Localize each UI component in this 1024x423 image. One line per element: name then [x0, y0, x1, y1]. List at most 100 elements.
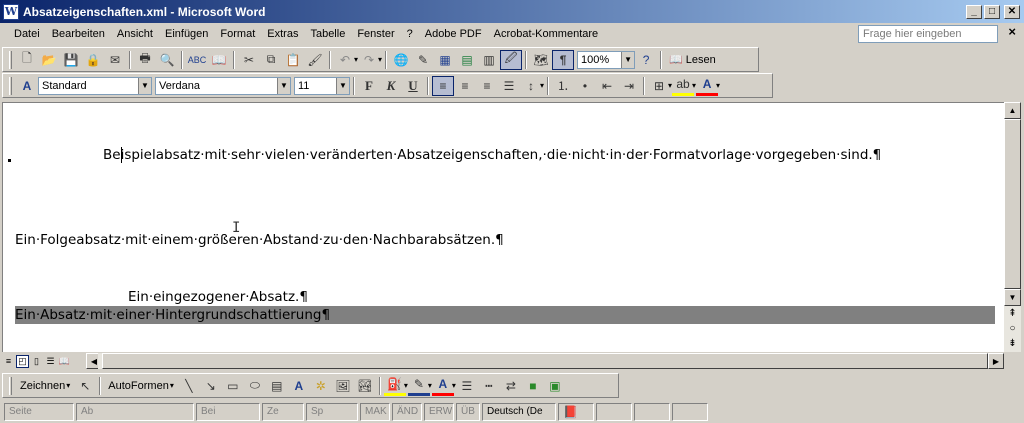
save-icon[interactable]: 💾: [60, 50, 82, 70]
justify-icon[interactable]: ☰: [498, 76, 520, 96]
read-button[interactable]: 📖 Lesen: [665, 50, 720, 70]
menu-format[interactable]: Format: [214, 26, 261, 42]
help-search-input[interactable]: Frage hier eingeben: [858, 25, 998, 43]
horizontal-scroll-thumb[interactable]: [102, 353, 988, 369]
shadow-style-icon[interactable]: ■: [522, 376, 544, 396]
align-right-icon[interactable]: ≡: [476, 76, 498, 96]
toolbar-grip[interactable]: [9, 50, 12, 69]
chevron-down-icon[interactable]: ▼: [336, 77, 349, 94]
menu-extras[interactable]: Extras: [261, 26, 304, 42]
autoshapes-menu-button[interactable]: AutoFormen ▾: [104, 376, 178, 396]
menu-ansicht[interactable]: Ansicht: [111, 26, 159, 42]
chevron-down-icon[interactable]: ▼: [621, 51, 635, 68]
insert-table-icon[interactable]: ▦: [434, 50, 456, 70]
chevron-down-icon[interactable]: ▼: [277, 77, 290, 94]
browse-object-icon[interactable]: ○: [1004, 321, 1021, 336]
line-spacing-dropdown-icon[interactable]: ▾: [540, 81, 544, 90]
help-icon[interactable]: ?: [635, 50, 657, 70]
menu-tabelle[interactable]: Tabelle: [304, 26, 351, 42]
status-ext[interactable]: ERW: [424, 402, 454, 421]
format-painter-icon[interactable]: 🖌: [304, 50, 326, 70]
reading-layout-view-icon[interactable]: 📖: [58, 355, 71, 368]
arrow-style-icon[interactable]: ⇄: [500, 376, 522, 396]
line-spacing-icon[interactable]: ↕: [520, 76, 542, 96]
3d-style-icon[interactable]: ▣: [544, 376, 566, 396]
paragraph-3[interactable]: Ein·eingezogener·Absatz.¶: [128, 289, 308, 305]
select-objects-icon[interactable]: ↖: [74, 376, 96, 396]
toolbar-grip[interactable]: [9, 76, 12, 95]
font-select[interactable]: Verdana ▼: [155, 76, 291, 95]
undo-icon[interactable]: ↶: [334, 50, 356, 70]
paste-icon[interactable]: 📋: [282, 50, 304, 70]
menu-bearbeiten[interactable]: Bearbeiten: [46, 26, 111, 42]
scroll-right-icon[interactable]: ▶: [988, 353, 1004, 369]
paragraph-4[interactable]: Ein·Absatz·mit·einer·Hintergrundschattie…: [15, 307, 330, 323]
permission-icon[interactable]: 🔒: [82, 50, 104, 70]
vertical-scrollbar[interactable]: ▲ ▼ ⇞ ○ ⇟: [1004, 102, 1021, 352]
status-language[interactable]: Deutsch (De: [482, 402, 556, 421]
web-layout-view-icon[interactable]: ◰: [16, 354, 29, 368]
scroll-down-icon[interactable]: ▼: [1004, 289, 1021, 306]
open-folder-icon[interactable]: 📂: [38, 50, 60, 70]
columns-icon[interactable]: ▥: [478, 50, 500, 70]
styles-formatting-icon[interactable]: A: [16, 76, 38, 96]
draw-menu-button[interactable]: Zeichnen ▾: [16, 376, 74, 396]
diagram-icon[interactable]: ✲: [310, 376, 332, 396]
hyperlink-icon[interactable]: 🌐: [390, 50, 412, 70]
maximize-button[interactable]: □: [984, 4, 1000, 19]
bold-icon[interactable]: F: [358, 76, 380, 96]
numbering-icon[interactable]: ⒈: [552, 76, 574, 96]
status-trk[interactable]: ÄND: [392, 402, 422, 421]
redo-icon[interactable]: ↷: [358, 50, 380, 70]
rectangle-icon[interactable]: ▭: [222, 376, 244, 396]
highlight-icon[interactable]: ab: [672, 76, 695, 96]
vertical-scroll-thumb[interactable]: [1004, 119, 1021, 289]
research-icon[interactable]: 📖: [208, 50, 230, 70]
paragraph-2[interactable]: Ein·Folgeabsatz·mit·einem·größeren·Absta…: [15, 232, 504, 248]
email-icon[interactable]: ✉: [104, 50, 126, 70]
menu-acrobat-kommentare[interactable]: Acrobat-Kommentare: [488, 26, 605, 42]
text-box-icon[interactable]: ▤: [266, 376, 288, 396]
fill-color-icon[interactable]: ⛽: [383, 376, 406, 396]
menu-fenster[interactable]: Fenster: [351, 26, 400, 42]
spelling-icon[interactable]: ABC: [186, 50, 208, 70]
italic-icon[interactable]: K: [380, 76, 402, 96]
arrow-icon[interactable]: ↘: [200, 376, 222, 396]
paragraph-1[interactable]: Beispielabsatz·mit·sehr·vielen·verändert…: [103, 147, 881, 163]
copy-icon[interactable]: ⧉: [260, 50, 282, 70]
zoom-select[interactable]: 100% ▼: [577, 50, 636, 69]
document-canvas[interactable]: Beispielabsatz·mit·sehr·vielen·verändert…: [2, 102, 1004, 352]
font-size-select[interactable]: 11 ▼: [294, 76, 350, 95]
status-ovr[interactable]: ÜB: [456, 402, 480, 421]
increase-indent-icon[interactable]: ⇥: [618, 76, 640, 96]
menu-adobe-pdf[interactable]: Adobe PDF: [419, 26, 488, 42]
document-close-icon[interactable]: ×: [1008, 24, 1016, 39]
tables-borders-icon[interactable]: ✎: [412, 50, 434, 70]
cut-icon[interactable]: ✂: [238, 50, 260, 70]
outline-view-icon[interactable]: ☰: [44, 355, 57, 368]
spelling-status-icon[interactable]: 📕: [558, 402, 594, 421]
toolbar-grip[interactable]: [9, 376, 12, 395]
redo-dropdown-icon[interactable]: ▾: [378, 55, 382, 64]
insert-picture-icon[interactable]: 🏞: [354, 376, 376, 396]
menu-help[interactable]: ?: [401, 26, 419, 42]
drawing-icon[interactable]: 🖉: [500, 49, 523, 70]
document-map-icon[interactable]: 🗺: [530, 50, 552, 70]
drawing-font-color-icon[interactable]: A: [431, 376, 454, 396]
word-app-icon[interactable]: W: [3, 3, 19, 20]
scroll-up-icon[interactable]: ▲: [1004, 102, 1021, 119]
bullets-icon[interactable]: •: [574, 76, 596, 96]
wordart-icon[interactable]: A: [288, 376, 310, 396]
chevron-down-icon[interactable]: ▼: [138, 77, 151, 94]
oval-icon[interactable]: ⬭: [244, 376, 266, 396]
underline-icon[interactable]: U: [402, 76, 424, 96]
align-left-icon[interactable]: ≡: [432, 75, 454, 96]
menu-einfuegen[interactable]: Einfügen: [159, 26, 214, 42]
status-rec[interactable]: MAK: [360, 402, 390, 421]
print-icon[interactable]: 🖶: [134, 50, 156, 70]
previous-page-icon[interactable]: ⇞: [1004, 306, 1021, 321]
border-icon[interactable]: ⊞: [648, 76, 670, 96]
menu-datei[interactable]: Datei: [8, 26, 46, 42]
normal-view-icon[interactable]: ≡: [2, 355, 15, 368]
line-color-icon[interactable]: ✎: [407, 376, 430, 396]
